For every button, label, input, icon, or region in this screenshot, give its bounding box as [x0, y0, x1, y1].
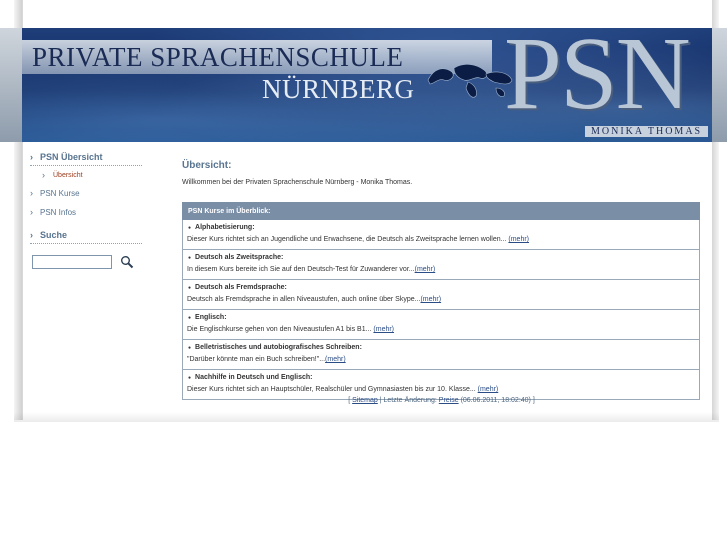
course-description: Dieser Kurs richtet sich an Hauptschüler… — [187, 384, 695, 396]
sidebar-item-uebersicht[interactable]: › Übersicht — [30, 166, 142, 183]
banner-owner-name: MONIKA THOMAS — [585, 126, 709, 137]
course-title-text: Deutsch als Zweitsprache: — [195, 254, 284, 261]
course-more-link[interactable]: (mehr) — [373, 326, 394, 333]
course-cell: ● Alphabetisierung: Dieser Kurs richtet si… — [182, 219, 700, 250]
course-title-text: Nachhilfe in Deutsch und Englisch: — [195, 374, 313, 381]
course-row: ● Belletristisches und autobiografisches … — [182, 339, 700, 370]
chevron-right-icon: › — [30, 188, 33, 198]
course-description: "Darüber könnte man ein Buch schreiben!"… — [187, 354, 695, 366]
sidebar-item-uebersicht-label: Übersicht — [53, 171, 83, 179]
sidebar-head-overview[interactable]: › PSN Übersicht — [30, 150, 142, 166]
course-cell: ● Deutsch als Fremdsprache: Deutsch als Fr… — [182, 279, 700, 310]
sidebar-item-kurse-label: PSN Kurse — [40, 188, 80, 198]
course-description-text: Die Englischkurse gehen von den Niveaust… — [187, 326, 374, 333]
sidebar-item-kurse[interactable]: › PSN Kurse — [30, 183, 142, 202]
chevron-right-icon: › — [30, 152, 33, 162]
page-bottom-shadow — [14, 412, 719, 422]
course-description-text: Dieser Kurs richtet sich an Jugendliche … — [187, 236, 509, 243]
course-more-link[interactable]: (mehr) — [325, 356, 346, 363]
courses-table-header: PSN Kurse im Überblick: — [182, 202, 700, 220]
world-map-icon — [427, 64, 513, 98]
course-title: ● Nachhilfe in Deutsch und Englisch: — [187, 372, 695, 384]
course-description: Dieser Kurs richtet sich an Jugendliche … — [187, 234, 695, 246]
sidebar-item-infos[interactable]: › PSN Infos — [30, 202, 142, 221]
course-description-text: Deutsch als Fremdsprache in allen Niveau… — [187, 296, 421, 303]
course-description: In diesem Kurs bereite ich Sie auf den D… — [187, 264, 695, 276]
course-title-text: Englisch: — [195, 314, 227, 321]
chevron-right-icon: › — [30, 207, 33, 217]
welcome-text: Willkommen bei der Privaten Sprachenschu… — [182, 179, 413, 186]
main-content: Übersicht: Willkommen bei der Privaten S… — [182, 160, 701, 400]
course-title-text: Belletristisches und autobiografisches S… — [195, 344, 362, 351]
search-input[interactable] — [32, 255, 112, 269]
search-icon[interactable] — [120, 255, 134, 269]
page-title: Übersicht: — [182, 160, 232, 171]
course-more-link[interactable]: (mehr) — [478, 386, 499, 393]
sidebar-head-overview-label: PSN Übersicht — [40, 152, 103, 162]
bullet-icon: ● — [188, 255, 192, 261]
course-cell: ● Nachhilfe in Deutsch und Englisch: Diese… — [182, 369, 700, 400]
course-row: ● Englisch: Die Englischkurse gehen von de… — [182, 309, 700, 340]
course-cell: ● Englisch: Die Englischkurse gehen von de… — [182, 309, 700, 340]
chevron-right-icon: › — [42, 170, 45, 180]
bullet-icon: ● — [188, 285, 192, 291]
course-title: ● Englisch: — [187, 312, 695, 324]
course-cell: ● Belletristisches und autobiografisches … — [182, 339, 700, 370]
banner-title-line2: NÜRNBERG — [262, 74, 415, 104]
psn-logo: PSN — [504, 28, 691, 131]
course-row: ● Alphabetisierung: Dieser Kurs richtet si… — [182, 219, 700, 250]
sidebar-head-search: › Suche — [30, 228, 142, 244]
course-title: ● Alphabetisierung: — [187, 222, 695, 234]
course-description-text: Dieser Kurs richtet sich an Hauptschüler… — [187, 386, 478, 393]
course-title: ● Deutsch als Zweitsprache: — [187, 252, 695, 264]
course-row: ● Nachhilfe in Deutsch und Englisch: Diese… — [182, 369, 700, 400]
sitemap-link[interactable]: Sitemap — [352, 397, 378, 404]
footer-last-change-label: | Letzte Änderung: — [377, 397, 439, 404]
course-more-link[interactable]: (mehr) — [415, 266, 436, 273]
chevron-right-icon: › — [30, 230, 33, 240]
sidebar-item-infos-label: PSN Infos — [40, 207, 77, 217]
course-title: ● Belletristisches und autobiografisches … — [187, 342, 695, 354]
course-description: Die Englischkurse gehen von den Niveaust… — [187, 324, 695, 336]
bullet-icon: ● — [188, 345, 192, 351]
course-description: Deutsch als Fremdsprache in allen Niveau… — [187, 294, 695, 306]
bullet-icon: ● — [188, 315, 192, 321]
course-description-text: "Darüber könnte man ein Buch schreiben!"… — [187, 356, 326, 363]
course-description-text: In diesem Kurs bereite ich Sie auf den D… — [187, 266, 415, 273]
course-more-link[interactable]: (mehr) — [508, 236, 529, 243]
banner-title-line1: PRIVATE SPRACHENSCHULE — [32, 42, 404, 72]
sidebar: › PSN Übersicht › Übersicht › PSN Kurse … — [30, 150, 142, 269]
footer: [ Sitemap | Letzte Änderung: Preise (06.… — [182, 397, 701, 404]
sidebar-head-search-label: Suche — [40, 230, 68, 240]
course-more-link[interactable]: (mehr) — [420, 296, 441, 303]
bullet-icon: ● — [188, 375, 192, 381]
footer-last-change-date: (06.06.2011, 18:02:40) ] — [458, 397, 535, 404]
course-cell: ● Deutsch als Zweitsprache: In diesem Kurs… — [182, 249, 700, 280]
search-row — [30, 255, 142, 269]
course-title-text: Alphabetisierung: — [195, 224, 255, 231]
course-title-text: Deutsch als Fremdsprache: — [195, 284, 287, 291]
bullet-icon: ● — [188, 225, 192, 231]
course-row: ● Deutsch als Fremdsprache: Deutsch als Fr… — [182, 279, 700, 310]
courses-table: PSN Kurse im Überblick: ● Alphabetisierun… — [182, 202, 700, 400]
header-banner: PRIVATE SPRACHENSCHULE NÜRNBERG PSN MONI… — [22, 28, 712, 142]
last-change-page-link[interactable]: Preise — [439, 397, 459, 404]
course-title: ● Deutsch als Fremdsprache: — [187, 282, 695, 294]
course-row: ● Deutsch als Zweitsprache: In diesem Kurs… — [182, 249, 700, 280]
